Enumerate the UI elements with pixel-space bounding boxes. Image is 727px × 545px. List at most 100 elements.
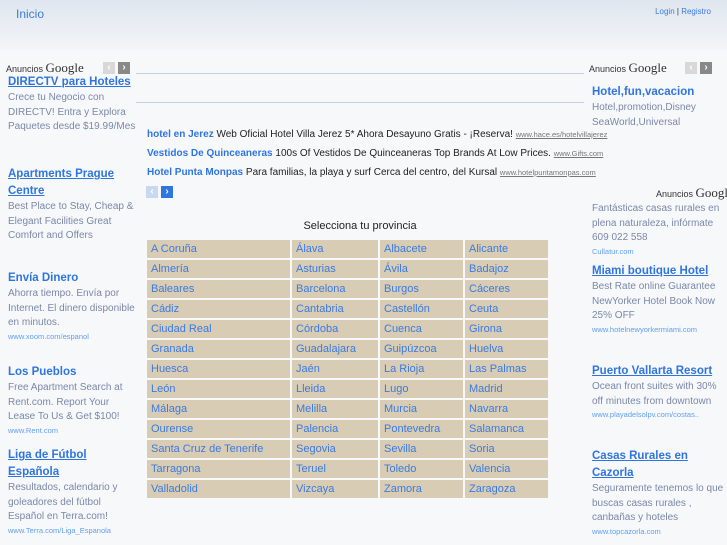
divider: [136, 73, 584, 74]
province-link[interactable]: Badajoz: [465, 260, 548, 280]
ads-by-google-label-2: Anuncios Google: [656, 185, 727, 201]
province-link[interactable]: Valencia: [465, 460, 548, 480]
ad-url[interactable]: www.Terra.com/Liga_Espanola: [8, 525, 136, 537]
province-link[interactable]: Albacete: [380, 240, 463, 260]
province-link[interactable]: Ávila: [380, 260, 463, 280]
register-link[interactable]: Registro: [681, 7, 711, 16]
province-row: Huesca Jaén La Rioja Las Palmas: [147, 360, 548, 380]
ad-title[interactable]: Casas Rurales en Cazorla: [592, 448, 727, 482]
prev-arrow-icon[interactable]: ‹: [103, 62, 115, 74]
ad-item: Puerto Vallarta Resort Ocean front suites…: [592, 363, 727, 421]
province-link[interactable]: Málaga: [147, 400, 290, 420]
ad-url[interactable]: Cullatur.com: [592, 246, 727, 258]
province-link[interactable]: Barcelona: [292, 280, 378, 300]
province-link[interactable]: Sevilla: [380, 440, 463, 460]
province-link[interactable]: Cáceres: [465, 280, 548, 300]
province-row: León Lleida Lugo Madrid: [147, 380, 548, 400]
ad-url[interactable]: www.Rent.com: [8, 425, 136, 437]
province-link[interactable]: Soria: [465, 440, 548, 460]
ad-title[interactable]: Puerto Vallarta Resort: [592, 363, 727, 380]
province-link[interactable]: La Rioja: [380, 360, 463, 380]
province-link[interactable]: Huesca: [147, 360, 290, 380]
ad-title[interactable]: Envía Dinero: [8, 270, 136, 287]
next-arrow-icon[interactable]: ›: [118, 62, 130, 74]
prev-arrow-icon[interactable]: ‹: [146, 186, 158, 198]
text-ad-title[interactable]: Vestidos De Quinceaneras: [147, 148, 273, 159]
ad-title[interactable]: Hotel,fun,vacacion: [592, 84, 727, 101]
province-link[interactable]: Melilla: [292, 400, 378, 420]
ad-title[interactable]: Los Pueblos: [8, 364, 136, 381]
province-link[interactable]: Lleida: [292, 380, 378, 400]
province-link[interactable]: Navarra: [465, 400, 548, 420]
province-link[interactable]: Córdoba: [292, 320, 378, 340]
province-link[interactable]: Burgos: [380, 280, 463, 300]
province-link[interactable]: Alicante: [465, 240, 548, 260]
province-link[interactable]: Granada: [147, 340, 290, 360]
ads-prefix: Anuncios: [656, 189, 694, 199]
province-link[interactable]: Teruel: [292, 460, 378, 480]
province-link[interactable]: Álava: [292, 240, 378, 260]
province-link[interactable]: Madrid: [465, 380, 548, 400]
province-link[interactable]: Toledo: [380, 460, 463, 480]
province-link[interactable]: Valladolid: [147, 480, 290, 500]
text-ad-url[interactable]: www.hotelpuntamonpas.com: [500, 168, 596, 177]
divider: [136, 102, 584, 103]
text-ad-url[interactable]: www.Gifts.com: [554, 149, 604, 158]
province-link[interactable]: Zaragoza: [465, 480, 548, 500]
ad-url[interactable]: www.hotelnewyorkermiami.com: [592, 324, 727, 336]
province-link[interactable]: Castellón: [380, 300, 463, 320]
province-link[interactable]: Almería: [147, 260, 290, 280]
prev-arrow-icon[interactable]: ‹: [685, 62, 697, 74]
province-title: Selecciona tu provincia: [303, 220, 417, 232]
province-link[interactable]: A Coruña: [147, 240, 290, 260]
ad-description: Best Rate online Guarantee NewYorker Hot…: [592, 281, 716, 321]
separator: |: [676, 7, 679, 16]
province-link[interactable]: Zamora: [380, 480, 463, 500]
google-logo: Google: [45, 60, 84, 75]
province-link[interactable]: Las Palmas: [465, 360, 548, 380]
ad-title[interactable]: Miami boutique Hotel: [592, 263, 727, 280]
province-link[interactable]: Santa Cruz de Tenerife: [147, 440, 290, 460]
province-link[interactable]: Segovia: [292, 440, 378, 460]
ad-url[interactable]: www.xoom.com/espanol: [8, 331, 136, 343]
province-link[interactable]: Ciudad Real: [147, 320, 290, 340]
province-link[interactable]: Tarragona: [147, 460, 290, 480]
province-link[interactable]: Pontevedra: [380, 420, 463, 440]
province-row: Granada Guadalajara Guipúzcoa Huelva: [147, 340, 548, 360]
home-link[interactable]: Inicio: [16, 7, 44, 21]
text-ad-title[interactable]: hotel en Jerez: [147, 129, 214, 140]
province-link[interactable]: Girona: [465, 320, 548, 340]
province-link[interactable]: Ceuta: [465, 300, 548, 320]
text-ad-description: Web Oficial Hotel Villa Jerez 5* Ahora D…: [216, 129, 513, 140]
province-link[interactable]: León: [147, 380, 290, 400]
province-link[interactable]: Cádiz: [147, 300, 290, 320]
login-link[interactable]: Login: [655, 7, 675, 16]
ad-url[interactable]: www.playadelsolpv.com/costas..: [592, 409, 727, 421]
ad-description: Crece tu Negocio con DIRECTV! Entra y Ex…: [8, 92, 136, 132]
province-link[interactable]: Guadalajara: [292, 340, 378, 360]
province-link[interactable]: Cuenca: [380, 320, 463, 340]
ad-title[interactable]: Liga de Fútbol Española: [8, 447, 136, 481]
province-link[interactable]: Lugo: [380, 380, 463, 400]
province-link[interactable]: Asturias: [292, 260, 378, 280]
ad-title[interactable]: Apartments Prague Centre: [8, 166, 136, 200]
province-link[interactable]: Salamanca: [465, 420, 548, 440]
text-ad-title[interactable]: Hotel Punta Monpas: [147, 167, 243, 178]
province-link[interactable]: Murcia: [380, 400, 463, 420]
province-link[interactable]: Guipúzcoa: [380, 340, 463, 360]
province-link[interactable]: Huelva: [465, 340, 548, 360]
ad-url[interactable]: www.topcazorla.com: [592, 526, 727, 538]
province-link[interactable]: Cantabria: [292, 300, 378, 320]
province-link[interactable]: Jaén: [292, 360, 378, 380]
province-link[interactable]: Palencia: [292, 420, 378, 440]
province-link[interactable]: Vizcaya: [292, 480, 378, 500]
ad-title[interactable]: DIRECTV para Hoteles: [8, 74, 136, 91]
next-arrow-icon[interactable]: ›: [161, 186, 173, 198]
ads-prefix: Anuncios: [589, 64, 627, 74]
ad-description: Hotel,promotion,Disney SeaWorld,Universa…: [592, 102, 696, 128]
province-link[interactable]: Baleares: [147, 280, 290, 300]
text-ad-url[interactable]: www.hace.es/hotelvillajerez: [516, 130, 608, 139]
province-link[interactable]: Ourense: [147, 420, 290, 440]
province-row: Cádiz Cantabria Castellón Ceuta: [147, 300, 548, 320]
next-arrow-icon[interactable]: ›: [700, 62, 712, 74]
